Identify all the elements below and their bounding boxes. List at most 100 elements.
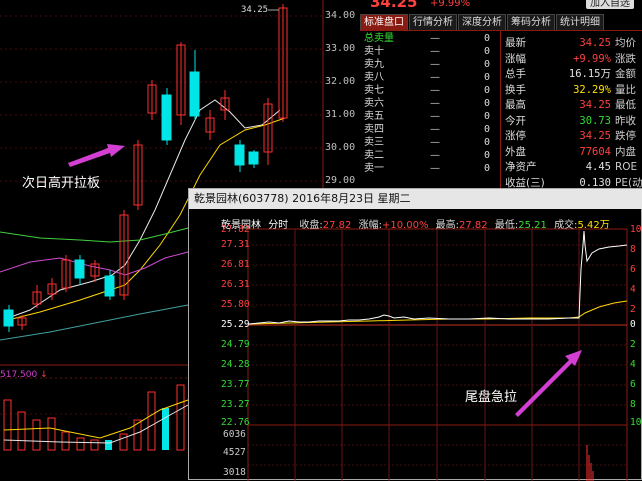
peak-price-label: 34.25 [241, 5, 269, 15]
volume-indicator: 517.500 ↓ [0, 370, 48, 380]
stat-value: 34.25 [579, 99, 611, 111]
stat-tail-label: ROE [615, 161, 638, 173]
intraday-popup[interactable]: 乾景园林(603778) 2016年8月23日 星期二 乾景园林 分时 收盘:2… [188, 188, 642, 481]
order-volume: 0 [484, 163, 491, 174]
stat-label: 最新 [505, 37, 526, 49]
stat-row: 换手 32.29% 量比 [505, 83, 642, 99]
order-dash: — [430, 111, 440, 122]
order-volume: 0 [484, 124, 491, 135]
quote-header: 34.25 +9.99% 加入自选 [360, 0, 642, 14]
volume-axis-label: 4527 [223, 447, 246, 458]
main-annotation: 次日高开拉板 [22, 176, 101, 191]
order-dash: — [430, 150, 440, 161]
panel-divider [500, 31, 501, 191]
add-watchlist-button[interactable]: 加入自选 [586, 0, 634, 9]
price-axis-label: 26.31 [221, 279, 250, 290]
tab-market-analysis[interactable]: 行情分析 [409, 14, 457, 30]
main-y-label: 29.00 [325, 175, 356, 186]
volume-axis-label: 6036 [223, 429, 246, 440]
pct-axis-label: 10 [630, 224, 642, 235]
stat-label: 总手 [505, 68, 526, 80]
volume-axis-label: 3018 [223, 467, 246, 478]
pct-axis-label: 2 [630, 339, 636, 350]
order-row-sell[interactable]: 卖十 — 0 [364, 46, 494, 58]
stat-tail-label: 均价 [615, 37, 636, 49]
order-row-sell[interactable]: 卖八 — 0 [364, 72, 494, 84]
quote-tabs: 标准盘口 行情分析 深度分析 筹码分析 统计明细 [360, 14, 642, 30]
order-dash: — [430, 72, 440, 83]
main-y-label: 30.00 [325, 142, 356, 153]
price-axis-label: 24.79 [221, 339, 250, 350]
stat-label: 最高 [505, 99, 526, 111]
main-y-label: 34.00 [325, 10, 356, 21]
main-y-label: 33.00 [325, 43, 356, 54]
stat-row: 总手 16.15万 金额 [505, 67, 642, 83]
stat-label: 涨幅 [505, 52, 526, 65]
stat-tail-label: 涨跌 [615, 52, 636, 65]
stat-value: 4.45 [585, 161, 611, 173]
stat-label: 涨停 [505, 130, 526, 142]
stat-tail-label: 昨收 [615, 114, 636, 127]
tab-statistics-detail[interactable]: 统计明细 [556, 14, 604, 30]
pct-axis-label: 10 [630, 417, 642, 428]
stat-tail-label: 最低 [615, 99, 636, 111]
order-row-sell[interactable]: 卖四 — 0 [364, 124, 494, 136]
header-price: 34.25 [370, 0, 418, 11]
stat-row: 涨停 34.25 跌停 [505, 129, 642, 145]
stat-value: 30.73 [579, 114, 611, 127]
order-row-sell[interactable]: 卖二 — 0 [364, 150, 494, 162]
order-row-sell[interactable]: 卖七 — 0 [364, 85, 494, 97]
order-volume: 0 [484, 59, 491, 70]
intraday-chart[interactable] [189, 209, 642, 481]
order-dash: — [430, 85, 440, 96]
order-row-sell[interactable]: 卖三 — 0 [364, 137, 494, 149]
volume-arrow-icon: ↓ [40, 370, 48, 380]
price-axis-label: 25.29 [221, 319, 250, 330]
stat-value: 16.15万 [568, 68, 611, 80]
order-volume: 0 [484, 46, 491, 57]
order-dash: — [430, 46, 440, 57]
stat-value: 34.25 [579, 37, 611, 49]
order-row-sell[interactable]: 卖五 — 0 [364, 111, 494, 123]
order-row-sell[interactable]: 卖九 — 0 [364, 59, 494, 71]
popup-title[interactable]: 乾景园林(603778) 2016年8月23日 星期二 [189, 189, 642, 209]
stat-row: 涨幅 +9.99% 涨跌 [505, 52, 642, 68]
pct-axis-label: 0 [630, 319, 636, 330]
price-axis-label: 26.81 [221, 259, 250, 270]
tab-chip-analysis[interactable]: 筹码分析 [507, 14, 555, 30]
order-label: 卖六 [364, 98, 384, 109]
order-label: 卖四 [364, 124, 384, 135]
price-axis-label: 23.27 [221, 399, 250, 410]
stat-row: 今开 30.73 昨收 [505, 114, 642, 130]
stat-value: 34.25 [579, 130, 611, 142]
order-volume: 0 [484, 72, 491, 83]
stat-label: 换手 [505, 83, 526, 96]
pct-axis-label: 8 [630, 244, 636, 255]
price-axis-label: 27.82 [221, 224, 250, 235]
order-dash: — [430, 124, 440, 135]
price-axis-label: 23.77 [221, 379, 250, 390]
order-label: 卖五 [364, 111, 384, 122]
volume-value: 517.500 [0, 370, 38, 380]
order-volume: 0 [484, 98, 491, 109]
tab-depth-analysis[interactable]: 深度分析 [458, 14, 506, 30]
stat-label: 今开 [505, 114, 526, 127]
order-row-total[interactable]: 总卖量 — 0 [364, 33, 494, 45]
stat-tail-label: 跌停 [615, 130, 636, 142]
stat-value: 77604 [579, 145, 611, 158]
order-label: 卖九 [364, 59, 384, 70]
order-label: 总卖量 [364, 33, 394, 44]
stat-row: 净资产 4.45 ROE [505, 160, 642, 176]
order-dash: — [430, 59, 440, 70]
order-dash: — [430, 98, 440, 109]
order-volume: 0 [484, 150, 491, 161]
tab-standard-book[interactable]: 标准盘口 [360, 14, 408, 30]
order-volume: 0 [484, 85, 491, 96]
panel-top-border [360, 30, 642, 31]
stat-label: 净资产 [505, 161, 537, 173]
order-row-sell[interactable]: 卖一 — 0 [364, 163, 494, 175]
order-row-sell[interactable]: 卖六 — 0 [364, 98, 494, 110]
stat-value: 32.29% [573, 83, 611, 96]
order-label: 卖十 [364, 46, 384, 57]
pct-axis-label: 4 [630, 359, 636, 370]
